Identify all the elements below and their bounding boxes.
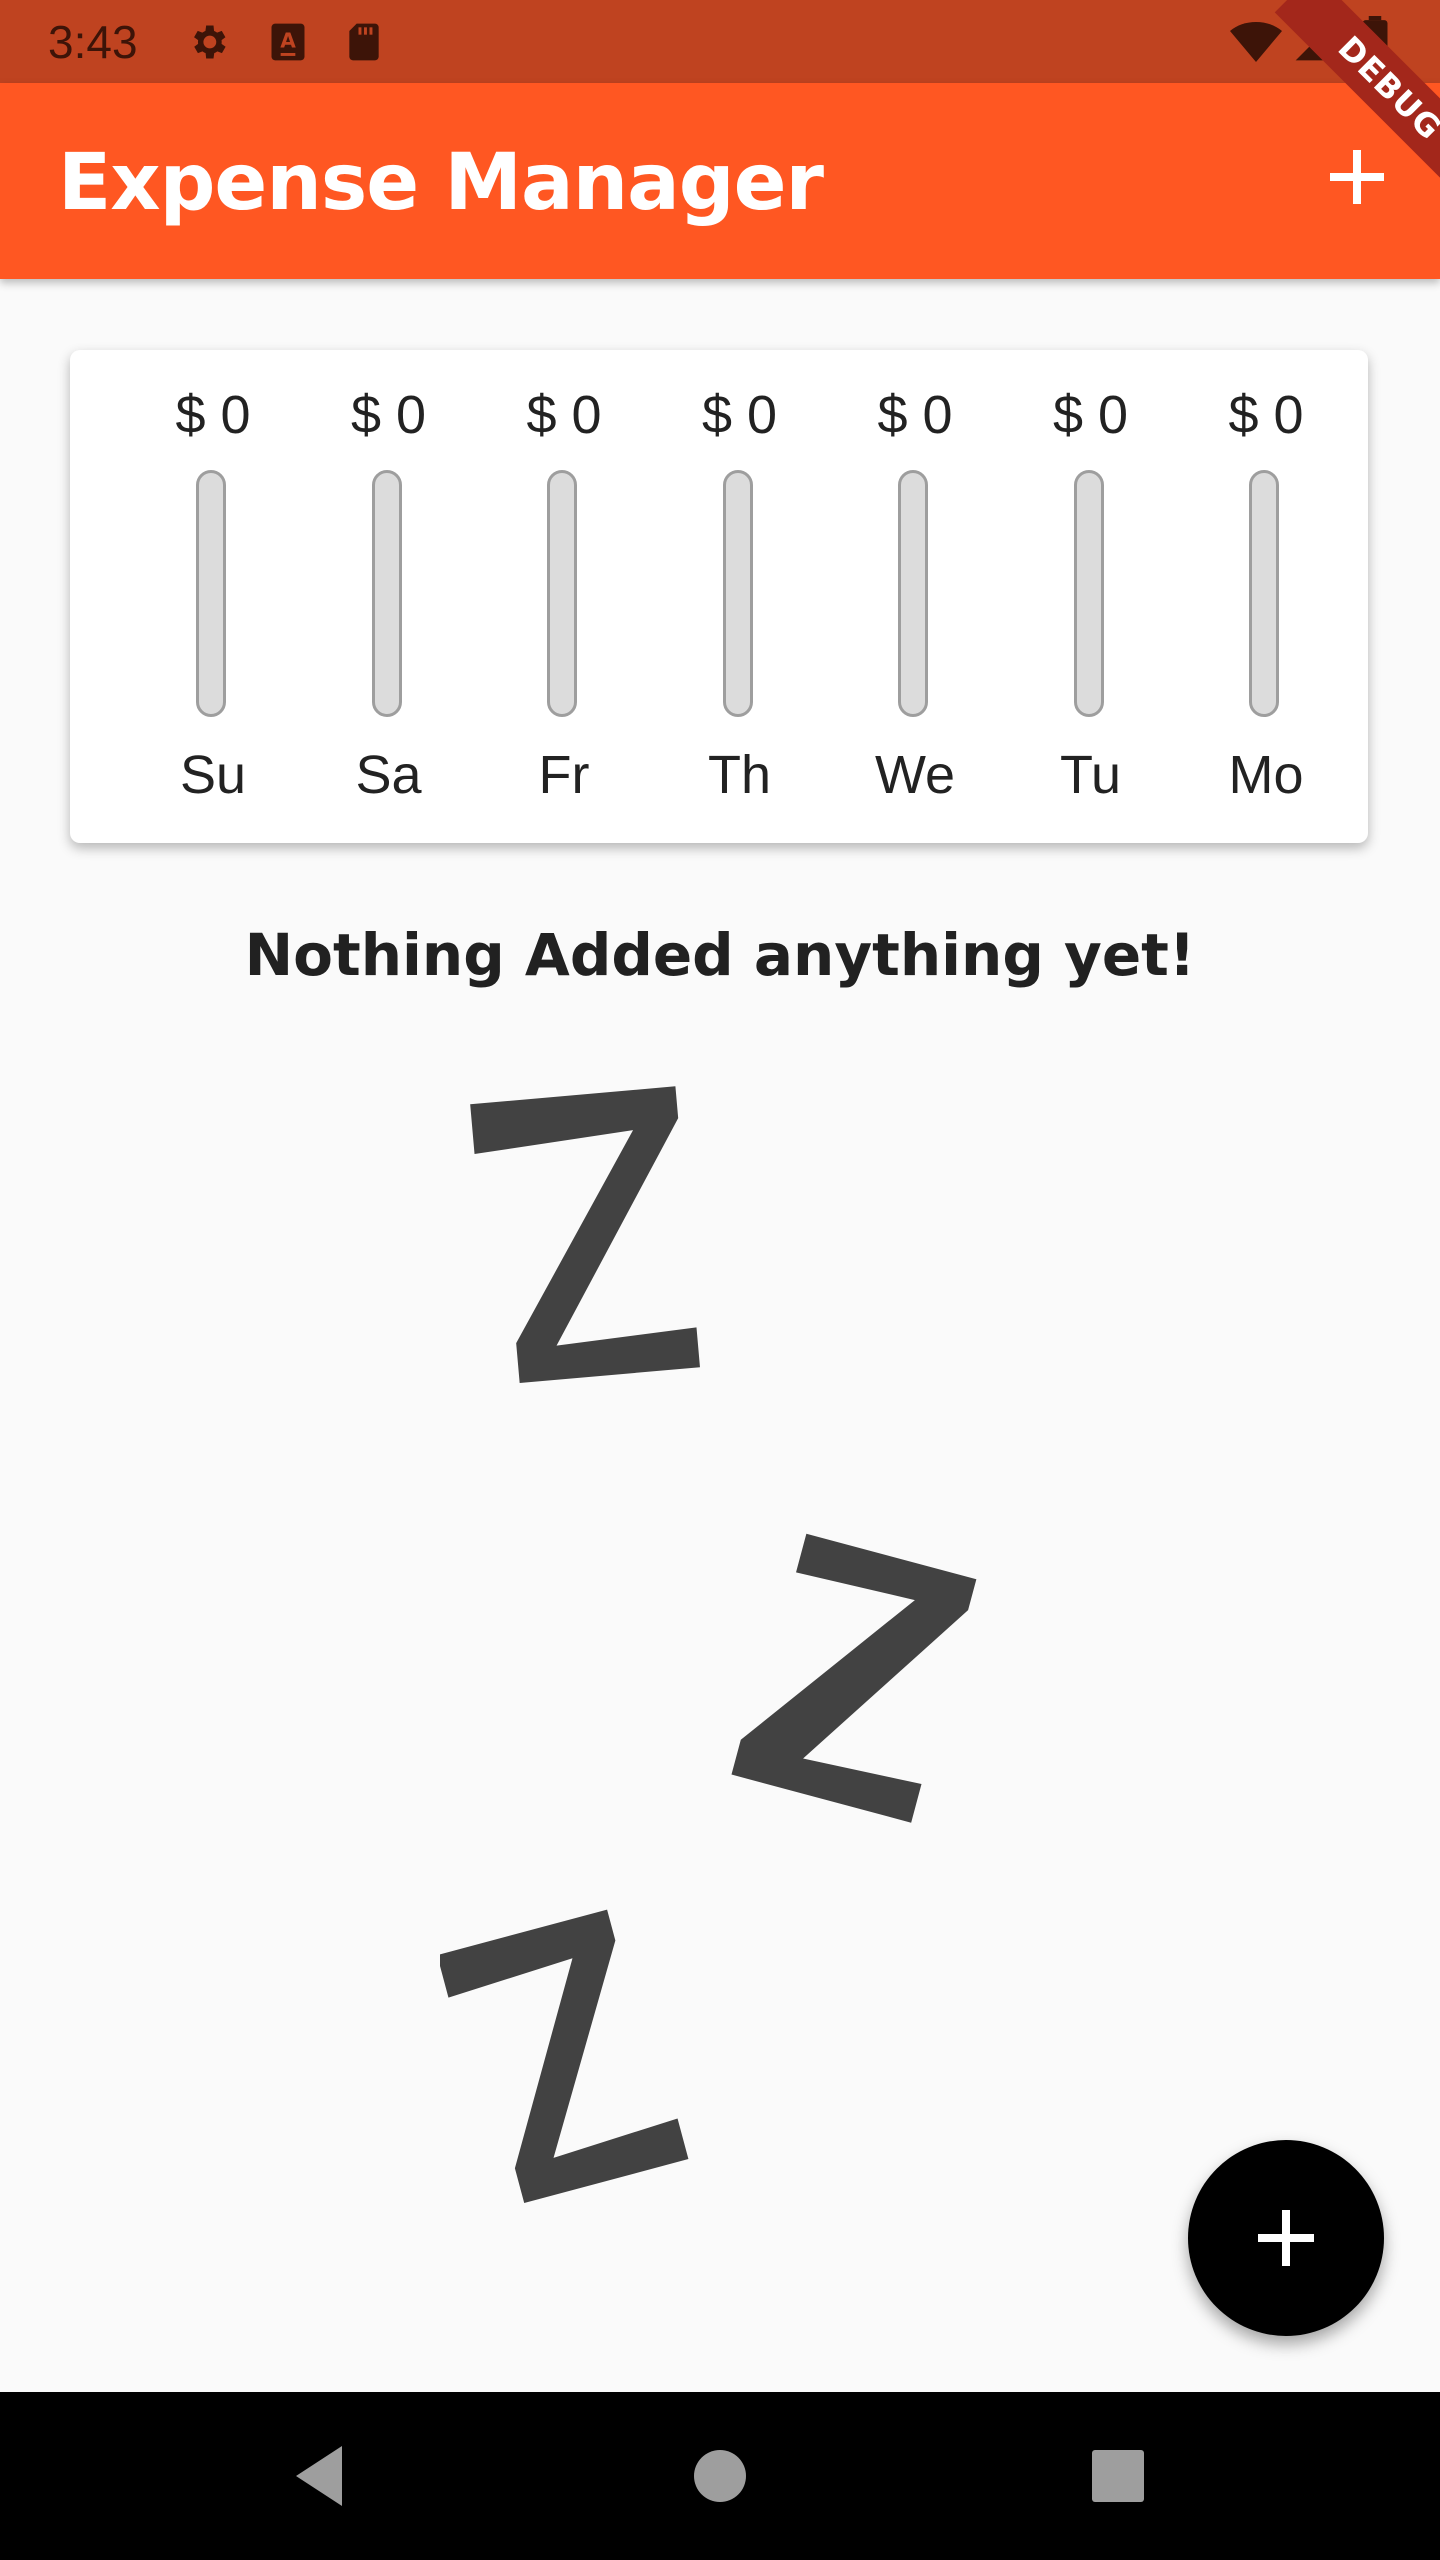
app-bar: Expense Manager [0, 83, 1440, 279]
home-button[interactable] [678, 2434, 762, 2518]
chart-day-column: $ 0 Mo [1178, 350, 1354, 843]
chart-day-label: We [874, 745, 956, 805]
chart-day-column: $ 0 Fr [476, 350, 652, 843]
chart-day-label: Tu [1059, 745, 1121, 805]
app-screen: 3:43 A Expense Manager DEBUG $ 0 Su $ 0 … [0, 0, 1440, 2560]
gear-icon [186, 20, 230, 64]
chart-day-column: $ 0 Th [652, 350, 828, 843]
svg-text:A: A [280, 29, 296, 53]
chart-day-label: Sa [355, 745, 422, 805]
chart-day-label: Fr [538, 745, 590, 805]
chart-day-amount: $ 0 [877, 385, 953, 445]
chart-day-label: Su [179, 745, 247, 805]
weekly-chart-card: $ 0 Su $ 0 Sa $ 0 Fr $ 0 Th $ 0 We $ 0 Tu $ 0 Mo [70, 350, 1368, 843]
chart-day-bar [547, 470, 577, 717]
zzz-letter-2 [731, 1533, 977, 1823]
system-nav-bar [0, 2392, 1440, 2560]
back-icon [296, 2446, 342, 2506]
chart-day-bar [1073, 470, 1104, 717]
chart-day-label: Th [707, 745, 772, 805]
chart-day-amount: $ 0 [526, 385, 602, 445]
chart-day-label: Mo [1228, 745, 1304, 805]
chart-day-amount: $ 0 [350, 385, 427, 445]
recents-button[interactable] [1076, 2434, 1160, 2518]
plus-icon [1330, 150, 1384, 204]
chart-day-column: $ 0 We [827, 350, 1003, 843]
add-expense-button[interactable] [1316, 136, 1398, 218]
status-time: 3:43 [48, 16, 138, 68]
recents-icon [1092, 2450, 1144, 2502]
chart-day-bar [898, 470, 928, 717]
chart-day-amount: $ 0 [1052, 385, 1129, 445]
plus-icon [1258, 2210, 1314, 2266]
keyboard-a-icon: A [266, 20, 310, 64]
zzz-letter-3 [440, 1909, 689, 2204]
chart-day-bar [196, 470, 226, 717]
sleeping-zzz-image [440, 1086, 977, 2204]
sd-card-icon [342, 20, 386, 64]
chart-day-amount: $ 0 [701, 385, 778, 445]
chart-day-bar [722, 470, 753, 717]
chart-day-column: $ 0 Tu [1003, 350, 1179, 843]
wifi-icon [1228, 20, 1282, 64]
empty-state-message: Nothing Added anything yet! [244, 921, 1196, 989]
chart-day-column: $ 0 Su [125, 350, 301, 843]
chart-day-amount: $ 0 [1228, 385, 1304, 445]
chart-day-column: $ 0 Sa [301, 350, 477, 843]
add-expense-fab[interactable] [1188, 2140, 1384, 2336]
home-icon [694, 2450, 746, 2502]
chart-day-bar [371, 470, 402, 717]
back-button[interactable] [276, 2434, 360, 2518]
page-title: Expense Manager [58, 138, 824, 228]
chart-day-bar [1249, 470, 1279, 717]
status-bar: 3:43 A [0, 0, 1440, 83]
zzz-letter-1 [470, 1086, 700, 1383]
chart-day-amount: $ 0 [175, 385, 251, 445]
